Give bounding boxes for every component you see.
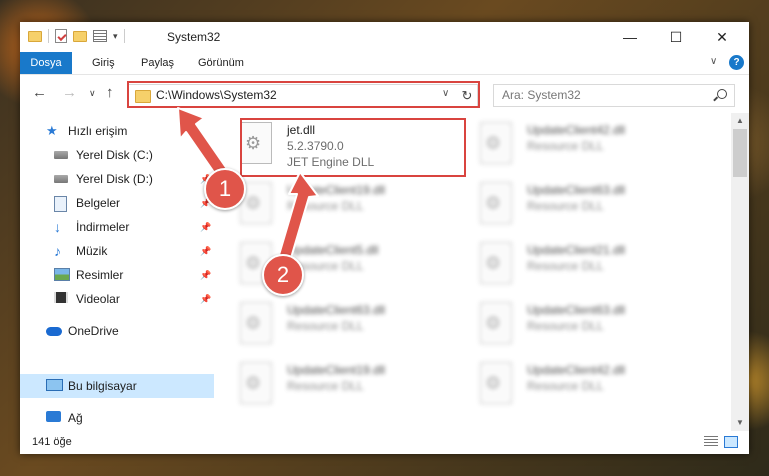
step-badge-1: 1 [204, 168, 246, 210]
step-badge-2: 2 [262, 254, 304, 296]
annotation-arrows [177, 107, 319, 259]
arrow-to-jet-dll [278, 171, 319, 259]
